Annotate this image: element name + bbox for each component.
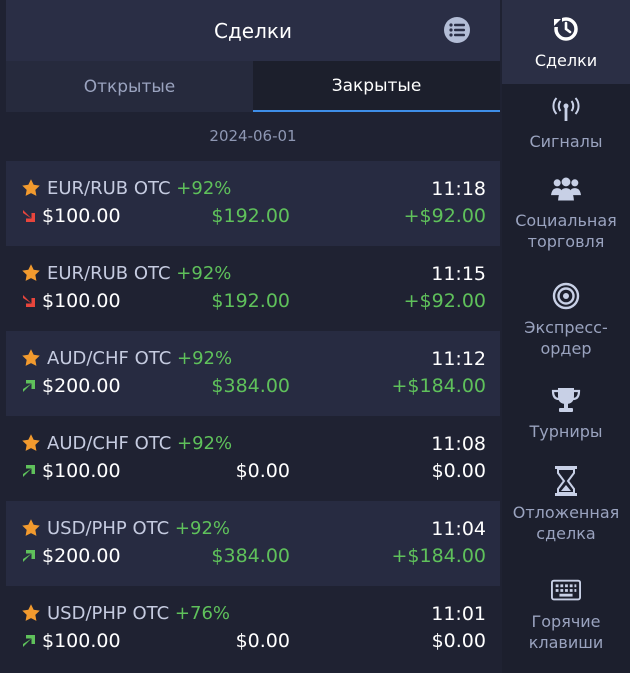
deal-asset: EUR/RUB OTC +92% <box>47 263 232 284</box>
deal-time: 11:18 <box>431 178 486 200</box>
sidebar-item-hotkeys[interactable]: Горячие клавиши <box>502 575 630 665</box>
sidebar-item-deals[interactable]: Сделки <box>502 0 630 84</box>
date-divider: 2024-06-01 <box>209 127 297 145</box>
star-icon[interactable] <box>21 348 41 368</box>
deal-time: 11:01 <box>431 603 486 625</box>
sidebar-item-label: Социальная торговля <box>515 211 617 251</box>
deal-profit: $0.00 <box>431 460 486 482</box>
deal-profit: +$184.00 <box>391 375 487 397</box>
deal-row[interactable]: AUD/CHF OTC +92% 11:12 $200.00 $384.00 +… <box>6 331 500 416</box>
signal-icon <box>551 95 581 125</box>
star-icon[interactable] <box>21 178 41 198</box>
list-menu-icon[interactable] <box>444 17 470 43</box>
tab-closed[interactable]: Закрытые <box>253 61 500 112</box>
deal-time: 11:12 <box>431 348 486 370</box>
deal-amount: $100.00 <box>42 460 121 482</box>
history-icon <box>551 14 581 44</box>
star-icon[interactable] <box>21 518 41 538</box>
panel-header: Сделки <box>6 0 500 61</box>
sidebar-item-social-trading[interactable]: Социальная торговля <box>502 174 630 264</box>
deal-payout-percent: +92% <box>174 518 230 539</box>
deal-profit: +$184.00 <box>391 545 487 567</box>
tab-open[interactable]: Открытые <box>6 61 253 112</box>
deal-asset: USD/PHP OTC +76% <box>47 603 230 624</box>
star-icon[interactable] <box>21 603 41 623</box>
deal-row[interactable]: EUR/RUB OTC +92% 11:15 $100.00 $192.00 +… <box>6 246 500 331</box>
deal-asset: AUD/CHF OTC +92% <box>47 348 233 369</box>
sidebar-item-label: Горячие клавиши <box>528 612 604 652</box>
deal-list: EUR/RUB OTC +92% 11:18 $100.00 $192.00 +… <box>6 161 500 671</box>
target-icon <box>551 281 581 311</box>
deal-payout: $384.00 <box>211 375 290 397</box>
arrow-up-icon <box>23 465 35 477</box>
deal-amount: $200.00 <box>42 375 121 397</box>
deal-asset: EUR/RUB OTC +92% <box>47 178 232 199</box>
sidebar-item-label: Сигналы <box>529 132 603 151</box>
sidebar-item-pending-deal[interactable]: Отложенная сделка <box>502 466 630 556</box>
sidebar-item-label: Экспресс-ордер <box>524 318 608 358</box>
keyboard-icon <box>551 575 581 605</box>
deal-payout: $0.00 <box>235 630 290 652</box>
arrow-up-icon <box>23 550 35 562</box>
deal-asset: USD/PHP OTC +92% <box>47 518 230 539</box>
deal-row[interactable]: AUD/CHF OTC +92% 11:08 $100.00 $0.00 $0.… <box>6 416 500 501</box>
trophy-icon <box>551 385 581 415</box>
right-sidebar: Сделки Сигналы Социальная торговля Экспр… <box>502 0 630 673</box>
arrow-down-icon <box>23 295 35 307</box>
deal-payout: $192.00 <box>211 205 290 227</box>
arrow-down-icon <box>23 210 35 222</box>
deals-panel: Сделки Открытые Закрытые 2024-06-01 EUR/… <box>0 0 502 673</box>
deal-profit: +$92.00 <box>403 205 486 227</box>
sidebar-item-signals[interactable]: Сигналы <box>502 95 630 165</box>
deal-time: 11:08 <box>431 433 486 455</box>
deal-tabs: Открытые Закрытые <box>6 61 500 112</box>
star-icon[interactable] <box>21 263 41 283</box>
deal-payout-percent: +92% <box>177 433 233 454</box>
deal-amount: $100.00 <box>42 205 121 227</box>
arrow-up-icon <box>23 635 35 647</box>
deal-time: 11:04 <box>431 518 486 540</box>
star-icon[interactable] <box>21 433 41 453</box>
deal-asset: AUD/CHF OTC +92% <box>47 433 233 454</box>
deal-row[interactable]: USD/PHP OTC +92% 11:04 $200.00 $384.00 +… <box>6 501 500 586</box>
sidebar-item-label: Отложенная сделка <box>512 503 620 543</box>
deal-row[interactable]: EUR/RUB OTC +92% 11:18 $100.00 $192.00 +… <box>6 161 500 246</box>
deal-profit: +$92.00 <box>403 290 486 312</box>
arrow-up-icon <box>23 380 35 392</box>
deal-payout: $192.00 <box>211 290 290 312</box>
sidebar-item-express-order[interactable]: Экспресс-ордер <box>502 281 630 371</box>
page-title: Сделки <box>214 18 292 43</box>
deal-payout-percent: +92% <box>177 348 233 369</box>
deal-amount: $200.00 <box>42 545 121 567</box>
deal-payout: $384.00 <box>211 545 290 567</box>
deal-amount: $100.00 <box>42 290 121 312</box>
deal-profit: $0.00 <box>431 630 486 652</box>
deal-payout-percent: +76% <box>174 603 230 624</box>
deal-row[interactable]: USD/PHP OTC +76% 11:01 $100.00 $0.00 $0.… <box>6 586 500 671</box>
users-icon <box>551 174 581 204</box>
deal-amount: $100.00 <box>42 630 121 652</box>
sidebar-item-label: Турниры <box>529 422 603 441</box>
deal-payout-percent: +92% <box>176 263 232 284</box>
deal-time: 11:15 <box>431 263 486 285</box>
deal-payout: $0.00 <box>235 460 290 482</box>
sidebar-item-label: Сделки <box>534 51 598 70</box>
hourglass-icon <box>551 466 581 496</box>
deal-payout-percent: +92% <box>176 178 232 199</box>
sidebar-item-tournaments[interactable]: Турниры <box>502 385 630 455</box>
